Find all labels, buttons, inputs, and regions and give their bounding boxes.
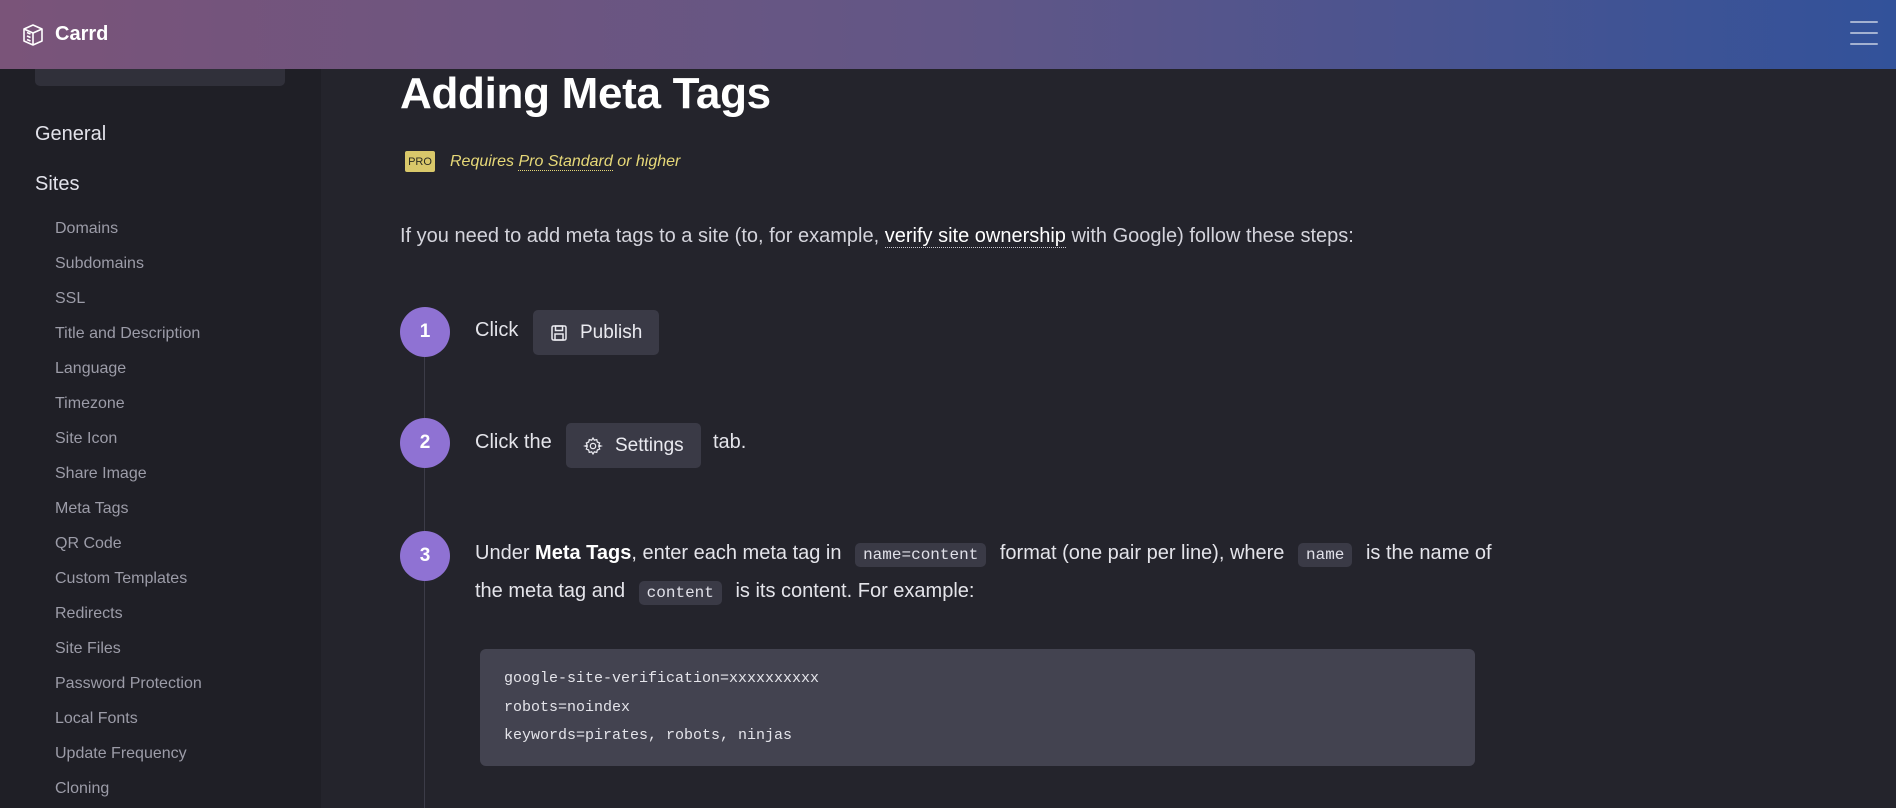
sidebar-item-custom-templates[interactable]: Custom Templates <box>55 570 187 588</box>
sidebar-search-input[interactable] <box>35 69 285 86</box>
sidebar-item-qr-code[interactable]: QR Code <box>55 535 122 553</box>
code-line: google-site-verification=xxxxxxxxxx <box>504 670 820 687</box>
sidebar-item-redirects[interactable]: Redirects <box>55 605 123 623</box>
sidebar-item-cloning[interactable]: Cloning <box>55 780 109 798</box>
pro-requirement-text: Requires Pro Standard or higher <box>450 152 681 171</box>
brand-name: Carrd <box>55 23 109 45</box>
sidebar: General Sites Domains Subdomains SSL Tit… <box>0 69 321 808</box>
main-content: Adding Meta Tags PRO Requires Pro Standa… <box>400 69 1500 808</box>
gear-icon <box>583 436 603 455</box>
step-number: 1 <box>400 307 450 357</box>
sidebar-item-update-frequency[interactable]: Update Frequency <box>55 745 187 763</box>
inline-code-name-content: name=content <box>855 543 987 567</box>
sidebar-item-share-image[interactable]: Share Image <box>55 465 147 483</box>
carrd-logo-icon <box>23 23 43 46</box>
top-header: Carrd <box>0 0 1896 69</box>
sidebar-item-ssl[interactable]: SSL <box>55 290 85 308</box>
step-number: 2 <box>400 418 450 468</box>
save-icon <box>551 324 567 341</box>
sidebar-section-sites[interactable]: Sites <box>35 173 79 196</box>
sidebar-item-password-protection[interactable]: Password Protection <box>55 675 202 693</box>
publish-button: Publish <box>533 310 660 355</box>
sidebar-item-site-files[interactable]: Site Files <box>55 640 121 658</box>
sidebar-item-title-and-description[interactable]: Title and Description <box>55 325 200 343</box>
code-line: robots=noindex <box>504 698 631 716</box>
sidebar-item-language[interactable]: Language <box>55 360 126 378</box>
hamburger-menu-icon[interactable] <box>1850 21 1878 45</box>
sidebar-item-meta-tags[interactable]: Meta Tags <box>55 500 129 518</box>
sidebar-item-subdomains[interactable]: Subdomains <box>55 255 144 273</box>
inline-code-name: name <box>1298 543 1353 567</box>
pro-plan-link[interactable]: Pro Standard <box>518 152 613 171</box>
code-line: keywords=pirates, robots, ninjas <box>504 727 793 744</box>
sidebar-section-general[interactable]: General <box>35 123 106 146</box>
step-text: Click the <box>475 431 552 453</box>
step-text: Under Meta Tags, enter each meta tag in … <box>475 535 1495 611</box>
page-title: Adding Meta Tags <box>400 69 771 118</box>
sidebar-item-site-icon[interactable]: Site Icon <box>55 430 117 448</box>
meta-tags-bold-label: Meta Tags <box>535 542 632 564</box>
step-text: tab. <box>713 431 747 453</box>
pro-requirement: PRO Requires Pro Standard or higher <box>405 151 680 172</box>
verify-site-ownership-link[interactable]: verify site ownership <box>884 225 1066 248</box>
brand[interactable]: Carrd <box>21 23 108 47</box>
intro-paragraph: If you need to add meta tags to a site (… <box>400 225 1354 248</box>
inline-code-content: content <box>638 581 722 605</box>
sidebar-item-timezone[interactable]: Timezone <box>55 395 125 413</box>
sidebar-item-domains[interactable]: Domains <box>55 220 118 238</box>
step-number: 3 <box>400 531 450 581</box>
step-text: Click <box>475 319 519 341</box>
settings-tab-button: Settings <box>566 423 701 468</box>
pro-badge: PRO <box>405 151 435 172</box>
code-example-block[interactable]: google-site-verification=xxxxxxxxxx robo… <box>480 649 1475 766</box>
sidebar-item-local-fonts[interactable]: Local Fonts <box>55 710 138 728</box>
